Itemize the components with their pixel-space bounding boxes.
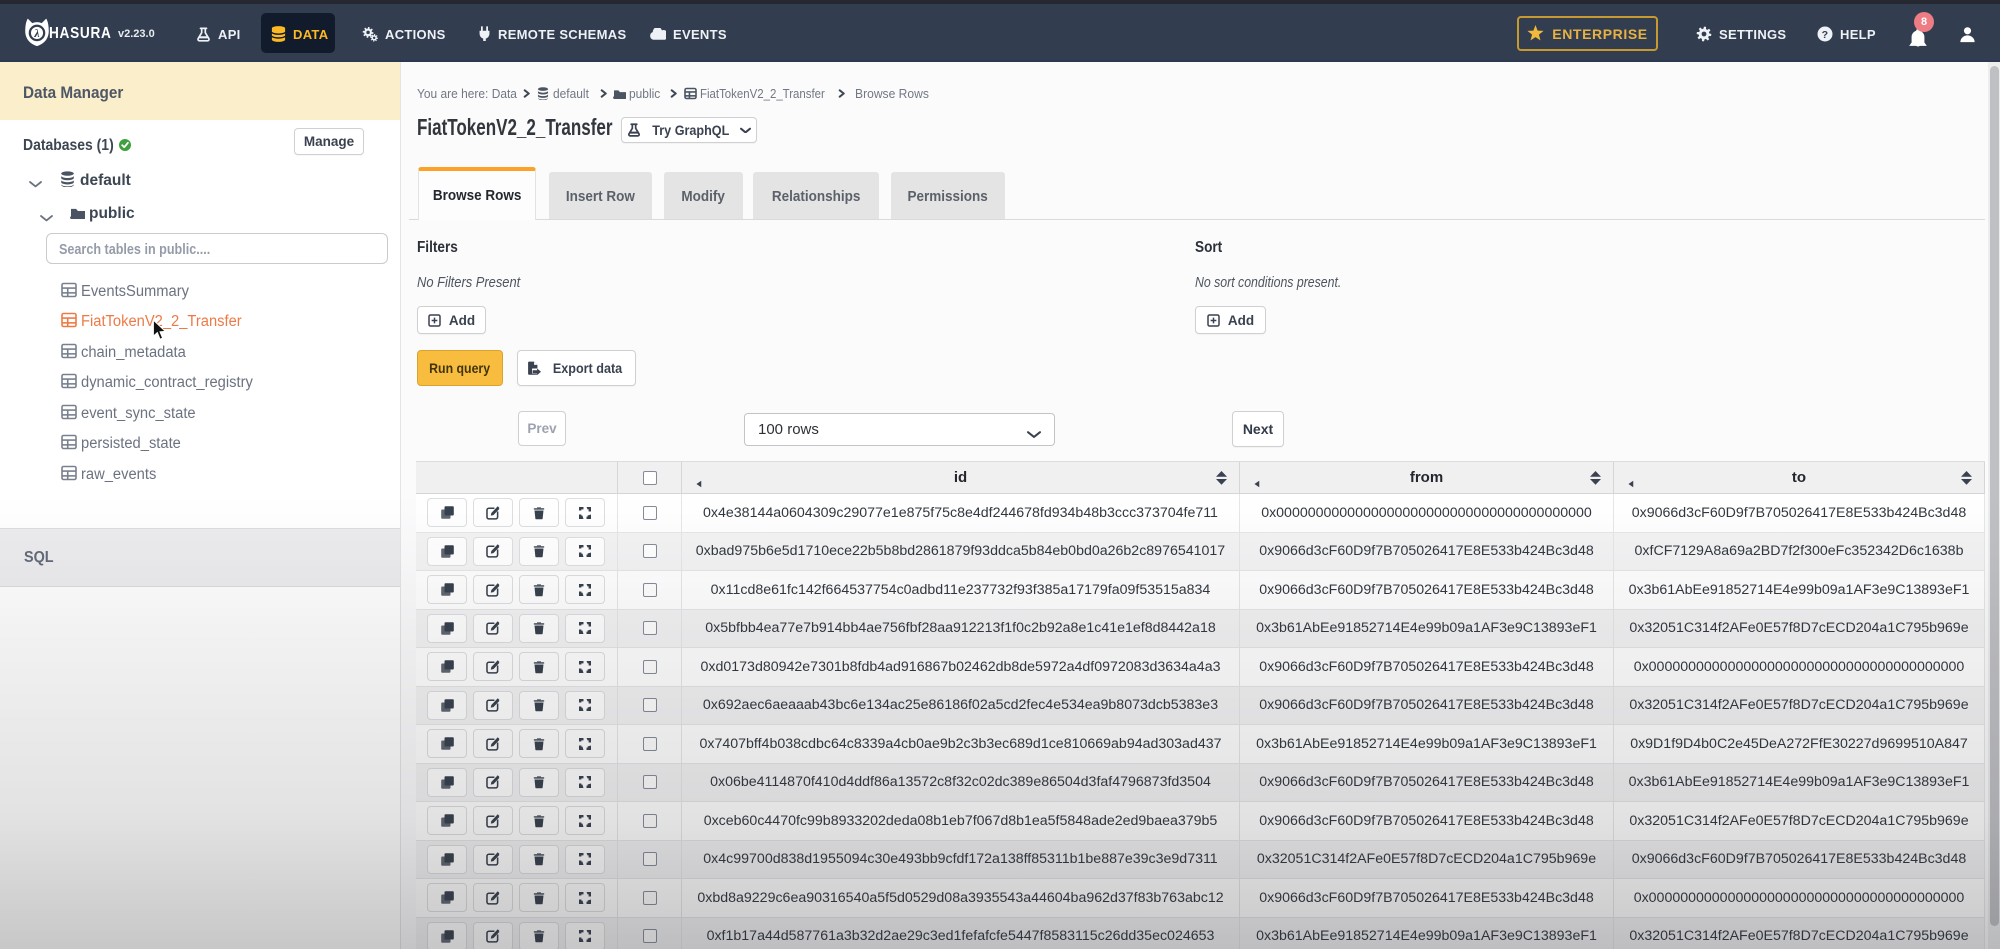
svg-text:?: ? [1822,29,1829,41]
svg-text:λ: λ [33,27,39,40]
